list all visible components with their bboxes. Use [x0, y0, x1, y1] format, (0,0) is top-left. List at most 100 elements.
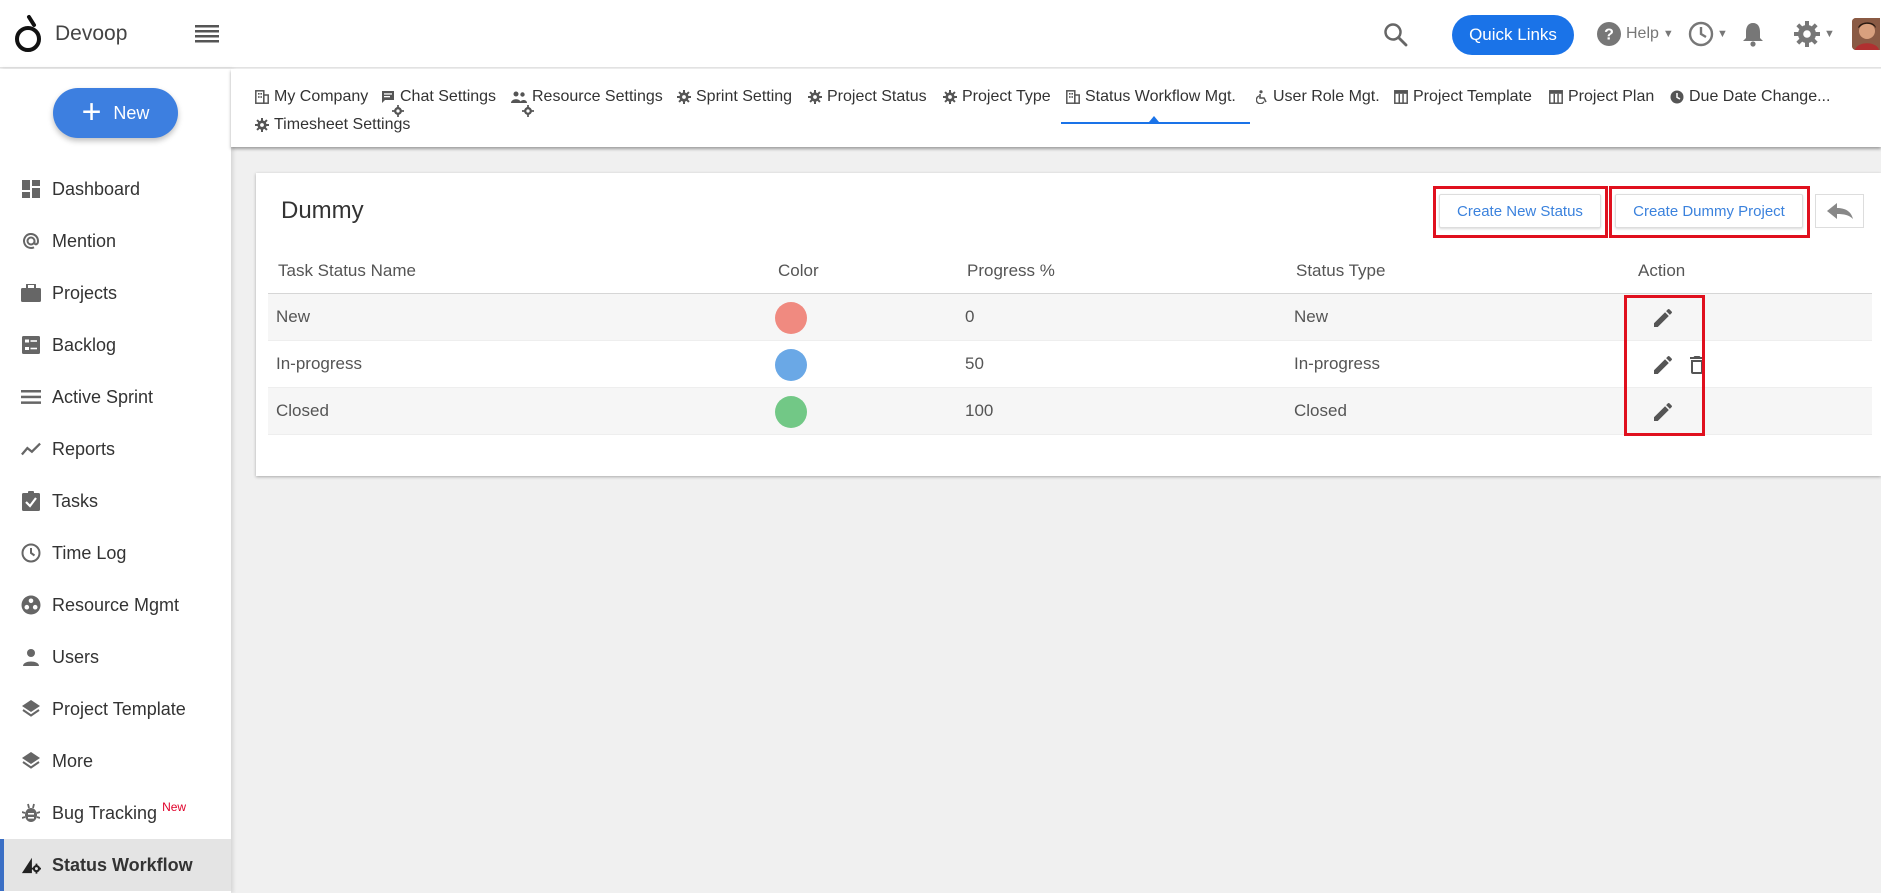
devoop-logo[interactable] [14, 14, 42, 54]
tab-project-status[interactable]: Project Status [808, 88, 927, 106]
sidebar-item-projects[interactable]: Projects [0, 267, 231, 319]
resource-icon [21, 595, 41, 615]
settings-tabs-bar [231, 69, 1881, 147]
template-icon [1394, 90, 1408, 104]
sidebar-item-label: Resource Mgmt [52, 594, 180, 615]
back-button[interactable] [1815, 194, 1864, 228]
tab-label: My Company [274, 88, 369, 105]
sidebar-item-mention[interactable]: Mention [0, 215, 231, 267]
tab-label: Project Status [827, 88, 927, 105]
gear-icon [1794, 21, 1820, 47]
gear-icon [677, 90, 691, 104]
new-badge: New [162, 800, 187, 814]
status-type: In-progress [1294, 354, 1380, 373]
gear-icon [392, 105, 404, 117]
tab-resource-settings[interactable]: Resource Settings [511, 88, 663, 106]
tab-project-plan[interactable]: Project Plan [1549, 88, 1654, 106]
color-swatch [775, 396, 807, 428]
active-tab-pointer [1149, 116, 1159, 122]
new-button-label: New [113, 102, 150, 123]
user-icon [21, 647, 41, 667]
color-swatch [775, 349, 807, 381]
top-bar: Devoop Quick Links ? Help ▼ ▼ ▼ [0, 0, 1881, 68]
help-caret-icon: ▼ [1662, 28, 1674, 40]
status-name: In-progress [276, 354, 362, 373]
status-workflow-card: Dummy Create New Status Create Dummy Pro… [256, 173, 1881, 476]
sidebar-item-label: Reports [52, 438, 116, 459]
sprint-icon [21, 387, 41, 407]
sidebar-item-more[interactable]: More [0, 735, 231, 787]
sidebar-item-resource-mgmt[interactable]: Resource Mgmt [0, 579, 231, 631]
sidebar-item-label: Bug Tracking [52, 802, 158, 823]
backlog-icon [21, 335, 41, 355]
sidebar-item-label: Mention [52, 230, 117, 251]
template-icon [1549, 90, 1563, 104]
sidebar-item-status-workflow[interactable]: Status Workflow [0, 839, 231, 891]
people-icon [511, 91, 527, 103]
clock-icon [1688, 21, 1714, 47]
help-label: Help [1626, 25, 1659, 42]
layers-icon [21, 699, 41, 719]
sidebar-item-label: Backlog [52, 334, 117, 355]
status-type: New [1294, 307, 1329, 326]
tab-due-date-change[interactable]: Due Date Change... [1670, 88, 1830, 106]
tab-label: Sprint Setting [696, 88, 793, 105]
tab-label: Due Date Change... [1689, 88, 1831, 105]
clock-icon [21, 543, 41, 563]
tab-status-workflow-mgt[interactable]: Status Workflow Mgt. [1066, 88, 1236, 106]
layers-icon [21, 751, 41, 771]
svg-text:?: ? [1604, 27, 1614, 44]
bug-icon [21, 803, 41, 823]
sidebar-item-project-template[interactable]: Project Template [0, 683, 231, 735]
tab-sprint-setting[interactable]: Sprint Setting [677, 88, 792, 106]
quick-links-button[interactable]: Quick Links [1452, 15, 1574, 55]
help-icon: ? [1597, 22, 1621, 46]
sidebar: + New Dashboard Mention Projects Backlog… [0, 69, 231, 893]
column-header-status-type: Status Type [1296, 261, 1386, 280]
column-header-progress: Progress % [967, 261, 1055, 280]
building-icon [1066, 90, 1080, 104]
tab-label: Project Plan [1568, 88, 1655, 105]
sidebar-item-backlog[interactable]: Backlog [0, 319, 231, 371]
column-header-action: Action [1638, 261, 1686, 280]
reply-back-icon [1826, 203, 1853, 219]
highlight-box-create-status [1433, 186, 1608, 238]
settings-caret-icon: ▼ [1824, 28, 1835, 40]
reports-icon [21, 439, 41, 459]
sidebar-item-bug-tracking[interactable]: Bug Tracking New [0, 787, 231, 839]
sidebar-item-users[interactable]: Users [0, 631, 231, 683]
tab-my-company[interactable]: My Company [255, 88, 368, 106]
plus-icon: + [81, 92, 102, 131]
tab-timesheet-settings[interactable]: Timesheet Settings [255, 116, 410, 134]
sidebar-item-label: Users [52, 646, 100, 667]
menu-icon[interactable] [195, 24, 219, 44]
highlight-box-create-dummy [1609, 186, 1810, 238]
status-name: New [276, 307, 311, 326]
tab-label: Timesheet Settings [274, 116, 411, 133]
tab-project-template[interactable]: Project Template [1394, 88, 1532, 106]
sidebar-item-tasks[interactable]: Tasks [0, 475, 231, 527]
history-menu[interactable]: ▼ [1688, 20, 1728, 48]
gear-icon [808, 90, 822, 104]
sidebar-item-active-sprint[interactable]: Active Sprint [0, 371, 231, 423]
sidebar-nav: Dashboard Mention Projects Backlog Activ… [0, 163, 231, 891]
status-name: Closed [276, 401, 329, 420]
sidebar-item-time-log[interactable]: Time Log [0, 527, 231, 579]
sidebar-item-reports[interactable]: Reports [0, 423, 231, 475]
tab-label: Project Type [962, 88, 1051, 105]
bell-icon[interactable] [1740, 20, 1766, 48]
help-menu[interactable]: ? Help ▼ [1596, 20, 1674, 48]
tasks-icon [21, 491, 41, 511]
new-button[interactable]: + New [53, 88, 178, 138]
tab-user-role-mgt[interactable]: User Role Mgt. [1256, 88, 1380, 106]
search-icon[interactable] [1383, 22, 1409, 48]
tab-chat-settings[interactable]: Chat Settings [381, 88, 496, 106]
settings-menu[interactable]: ▼ [1793, 20, 1835, 48]
color-swatch [775, 302, 807, 334]
sidebar-item-dashboard[interactable]: Dashboard [0, 163, 231, 215]
progress-value: 50 [965, 354, 984, 373]
tab-project-type[interactable]: Project Type [943, 88, 1051, 106]
sidebar-item-label: More [52, 750, 94, 771]
sidebar-item-label: Active Sprint [52, 386, 154, 407]
avatar[interactable] [1852, 18, 1880, 50]
